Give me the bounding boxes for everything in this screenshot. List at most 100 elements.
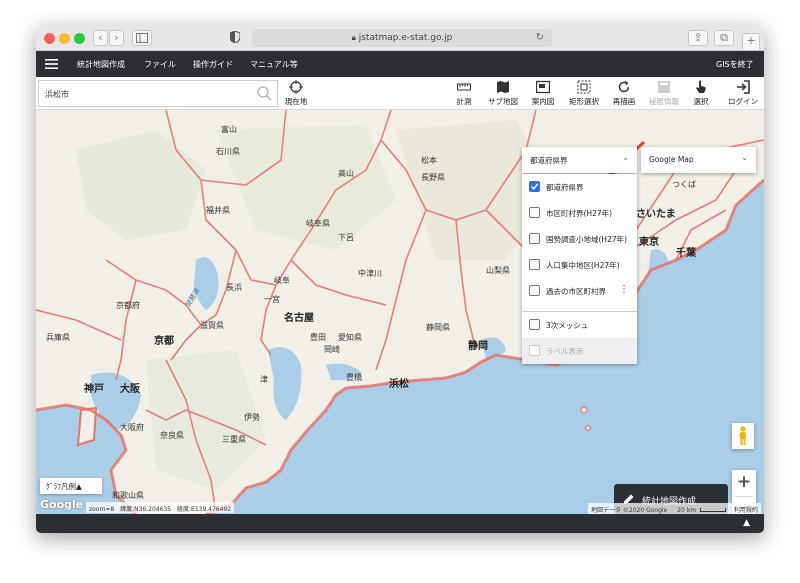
checkbox[interactable] <box>529 345 540 356</box>
app-navbar: 統計地図作成 ファイル 操作ガイド マニュアル等 GISを終了 <box>36 51 764 77</box>
layer-label: 市区町村界(H27年) <box>546 209 613 218</box>
expand-up-icon[interactable]: ▲ <box>743 518 750 528</box>
layer-label: 都道府県界 <box>546 183 584 192</box>
latitude-readout: 緯度:N36.204635 <box>120 506 172 513</box>
label-display-label: ラベル表示 <box>546 347 584 356</box>
chevron-down-icon: ⌄ <box>741 153 748 162</box>
nav-item-manual[interactable]: マニュアル等 <box>250 59 298 70</box>
login-label: ログイン <box>728 97 758 106</box>
pegman-icon <box>740 426 746 445</box>
select-label: 選択 <box>693 97 709 106</box>
longitude-readout: 経度:E139.476492 <box>177 506 232 513</box>
menu-icon[interactable] <box>45 59 58 69</box>
layer-item-municipality[interactable]: 市区町村界(H27年) <box>522 200 637 226</box>
map-canvas[interactable]: 富山 石川県 福井県 岐阜県 高山 松本 長野県 下呂 中津川 山梨県 岐阜 一… <box>36 110 764 514</box>
select-button[interactable]: 選択 <box>689 80 713 107</box>
close-window-button[interactable] <box>44 33 55 44</box>
tabs-icon: ⧉ <box>720 31 728 44</box>
label-ichinomiya: 一宮 <box>264 295 280 304</box>
checkbox[interactable] <box>529 181 540 192</box>
label-tokyo: 東京 <box>639 237 659 248</box>
rect-select-button[interactable]: 矩形選択 <box>565 80 603 107</box>
label-yamanashi: 山梨県 <box>486 266 510 275</box>
overview-map-label: 案内図 <box>531 97 555 106</box>
exit-gis-button[interactable]: GISを終了 <box>716 59 754 70</box>
layer-item-past-municipality[interactable]: 過去の市区町村界 ⋮ <box>522 278 637 304</box>
checkbox[interactable] <box>529 285 540 296</box>
checkbox[interactable] <box>529 207 540 218</box>
scale-label: 20 km <box>677 507 697 514</box>
lock-icon: 🔒︎ <box>351 33 356 42</box>
label-toyota: 豊田 <box>310 333 326 342</box>
layer-select[interactable]: 都道府県界 ⌄ <box>522 147 637 173</box>
bottom-bar: ▲ <box>36 514 764 533</box>
map-attribution: 地図データ ©2020 Google 20 km 利用規約 <box>588 503 761 514</box>
forward-button[interactable]: › <box>109 30 124 46</box>
graph-legend-button[interactable]: ｸﾞﾗﾌ凡例▲ <box>40 478 102 494</box>
zoom-in-button[interactable]: + <box>732 470 756 496</box>
nav-item-guide[interactable]: 操作ガイド <box>193 59 233 70</box>
label-shizuoka-city: 静岡 <box>468 341 488 352</box>
minimize-window-button[interactable] <box>59 33 70 44</box>
label-hyogo: 兵庫県 <box>46 333 70 342</box>
overview-map-icon <box>536 80 550 94</box>
label-matsumoto: 松本 <box>421 156 437 165</box>
terms-link[interactable]: 利用規約 <box>734 507 758 514</box>
overview-map-button[interactable]: 案内図 <box>528 80 558 107</box>
back-button[interactable]: ‹ <box>93 30 108 46</box>
nav-item-map-create[interactable]: 統計地図作成 <box>77 59 125 70</box>
label-tsu: 津 <box>260 375 268 384</box>
checkbox[interactable] <box>529 319 540 330</box>
map-status-bar: zoom=8 緯度:N36.204635 経度:E139.476492 <box>86 502 235 513</box>
browser-window: ‹ › 🔒︎ jstatmap.e-stat.go.jp ↻ ⇪ ⧉ + 統計地… <box>36 25 764 533</box>
privacy-report-button[interactable] <box>225 30 245 46</box>
reload-icon[interactable]: ↻ <box>536 29 544 47</box>
current-location-button[interactable]: 現在地 <box>281 80 311 107</box>
label-mie: 三重県 <box>222 435 246 444</box>
address-text: jstatmap.e-stat.go.jp <box>358 33 453 43</box>
search-icon[interactable] <box>257 86 272 101</box>
street-view-pegman[interactable] <box>732 423 754 449</box>
label-toyama: 富山 <box>221 125 237 134</box>
layer-item-label-display[interactable]: ラベル表示 <box>522 338 637 364</box>
label-wakayama: 和歌山県 <box>112 491 144 500</box>
address-bar[interactable]: 🔒︎ jstatmap.e-stat.go.jp ↻ <box>252 29 552 47</box>
label-takayama: 高山 <box>338 169 354 178</box>
maximize-window-button[interactable] <box>74 33 85 44</box>
sidebar-icon <box>136 33 148 43</box>
graph-legend-label: ｸﾞﾗﾌ凡例▲ <box>46 482 82 491</box>
new-tab-button[interactable]: + <box>742 33 760 51</box>
layer-label: 人口集中地区(H27年) <box>546 261 620 270</box>
sub-map-button[interactable]: サブ地図 <box>485 80 521 107</box>
label-osaka-pref: 大阪府 <box>120 423 144 432</box>
login-icon <box>737 80 750 94</box>
place-search-input[interactable]: 浜松市 <box>38 80 278 107</box>
measure-tool-button[interactable]: 計測 <box>452 80 476 107</box>
mesh-label: 3次メッシュ <box>546 321 589 330</box>
layer-select-value: 都道府県界 <box>530 156 568 165</box>
search-value: 浜松市 <box>45 90 69 99</box>
layer-item-mesh[interactable]: 3次メッシュ <box>522 312 637 338</box>
sidebar-toggle-button[interactable] <box>132 30 152 46</box>
share-button[interactable]: ⇪ <box>688 30 708 46</box>
label-nagano: 長野県 <box>421 173 445 182</box>
redraw-button[interactable]: 再描画 <box>609 80 639 107</box>
layer-item-did[interactable]: 人口集中地区(H27年) <box>522 252 637 278</box>
basemap-select[interactable]: Google Map ⌄ <box>641 147 756 173</box>
share-icon: ⇪ <box>693 31 703 44</box>
secret-info-button[interactable]: 秘匿情報 <box>645 80 683 107</box>
layer-item-small-area[interactable]: 国勢調査小地域(H27年) <box>522 226 637 252</box>
nav-item-file[interactable]: ファイル <box>144 59 176 70</box>
layer-item-prefecture[interactable]: 都道府県界 <box>522 174 637 200</box>
label-fukui: 福井県 <box>206 206 230 215</box>
label-shizuoka: 静岡県 <box>426 323 450 332</box>
checkbox[interactable] <box>529 259 540 270</box>
label-osaka: 大阪 <box>120 384 140 395</box>
zoom-level: zoom=8 <box>89 506 115 513</box>
more-vertical-icon[interactable]: ⋮ <box>619 284 629 295</box>
map-toolbar: 浜松市 現在地 計測 サブ地図 案内図 矩形選択 再描画 秘匿情報 選択 ログイ… <box>36 77 764 110</box>
login-button[interactable]: ログイン <box>726 80 760 107</box>
checkbox[interactable] <box>529 233 540 244</box>
tabs-overview-button[interactable]: ⧉ <box>714 30 734 46</box>
label-gifu: 岐阜県 <box>306 219 330 228</box>
